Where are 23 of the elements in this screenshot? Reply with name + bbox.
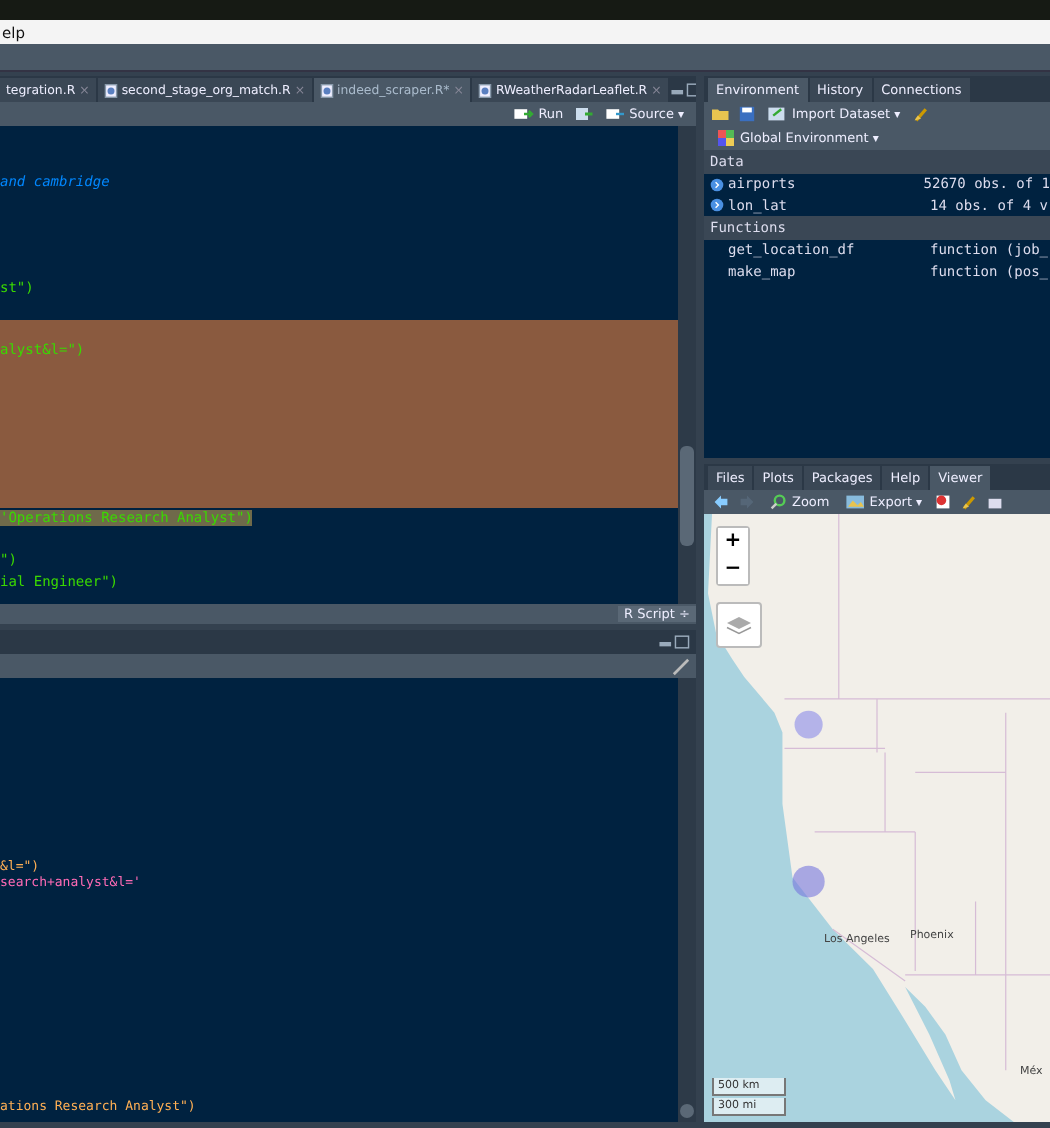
window-controls-icon[interactable]: [669, 81, 696, 97]
magnifier-icon: [768, 494, 788, 510]
source-icon: [605, 106, 626, 122]
broom-icon[interactable]: [912, 106, 931, 122]
rerun-icon[interactable]: [575, 106, 594, 122]
broom-icon[interactable]: [672, 657, 690, 675]
window-controls-icon[interactable]: [658, 634, 690, 650]
image-icon: [845, 494, 866, 510]
table-icon: [768, 106, 788, 122]
save-icon[interactable]: [738, 106, 756, 122]
broom-icon[interactable]: [960, 494, 979, 510]
environment-icon: [716, 130, 736, 146]
folder-icon[interactable]: [712, 106, 730, 122]
expand-icon[interactable]: [710, 198, 724, 213]
layers-icon: [724, 613, 754, 637]
expand-icon[interactable]: [710, 177, 724, 192]
scrollbar-thumb[interactable]: [680, 446, 694, 546]
remove-viewer-icon[interactable]: [934, 494, 953, 510]
scrollbar-thumb[interactable]: [680, 1104, 694, 1118]
run-icon: [514, 106, 535, 122]
back-arrow-icon[interactable]: [712, 494, 730, 510]
popout-icon[interactable]: [986, 494, 1005, 510]
layers-button[interactable]: [716, 602, 762, 648]
